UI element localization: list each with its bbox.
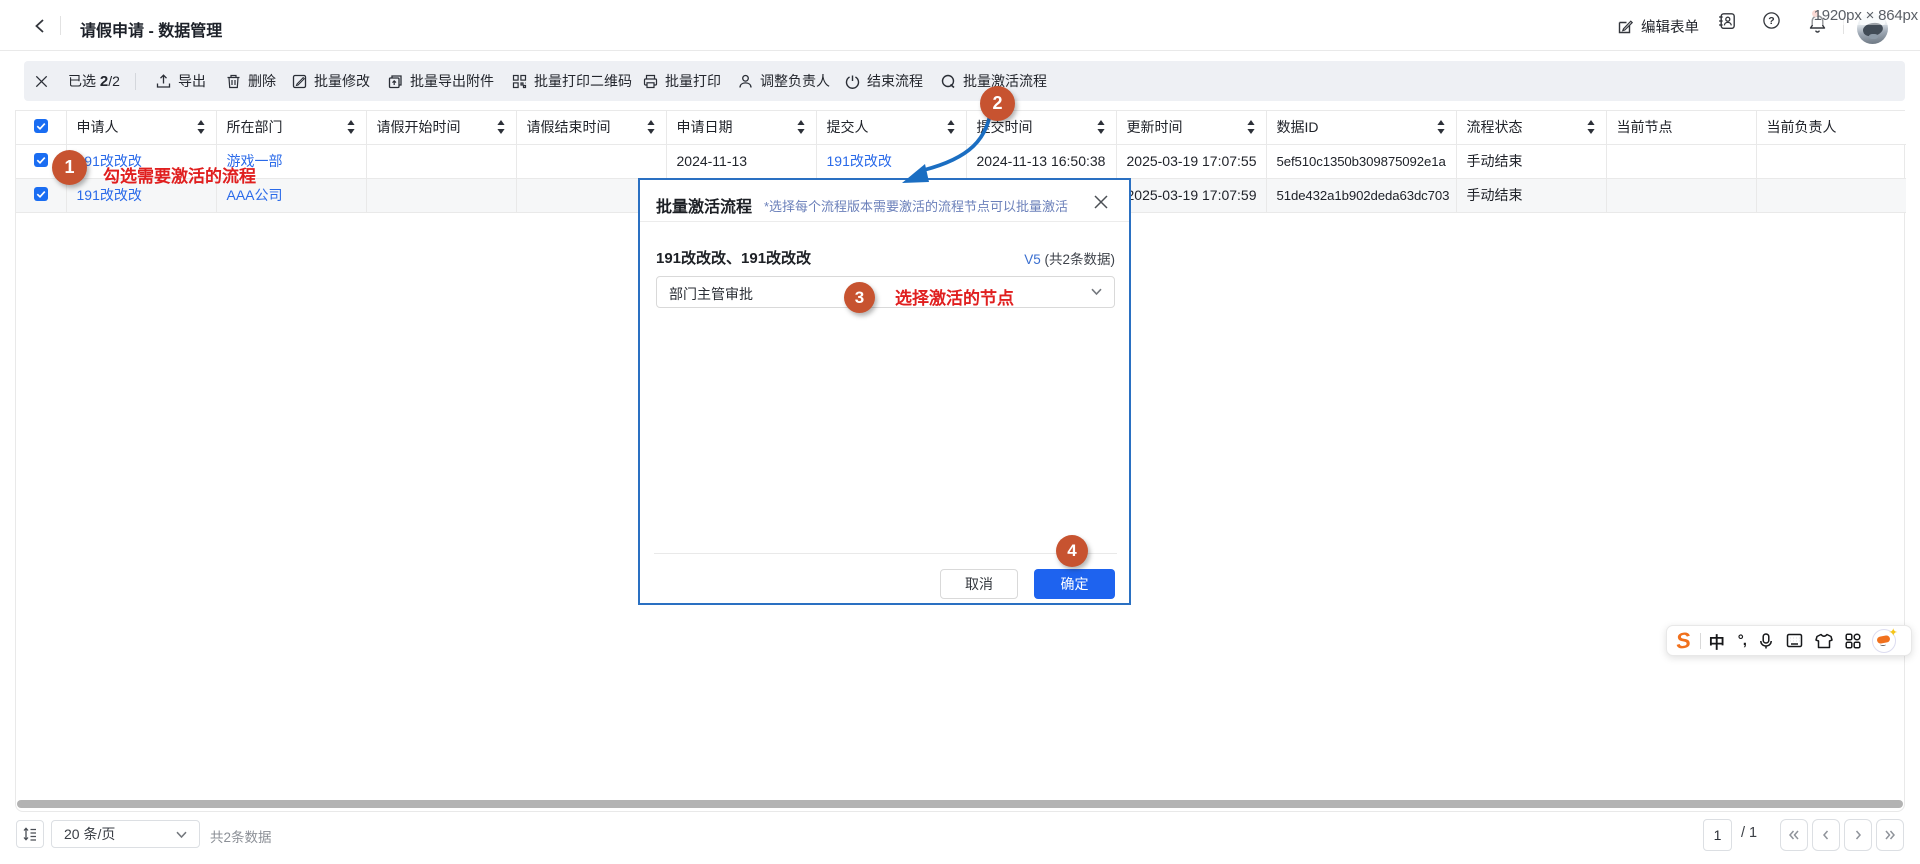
svg-text:?: ? — [1768, 15, 1774, 27]
